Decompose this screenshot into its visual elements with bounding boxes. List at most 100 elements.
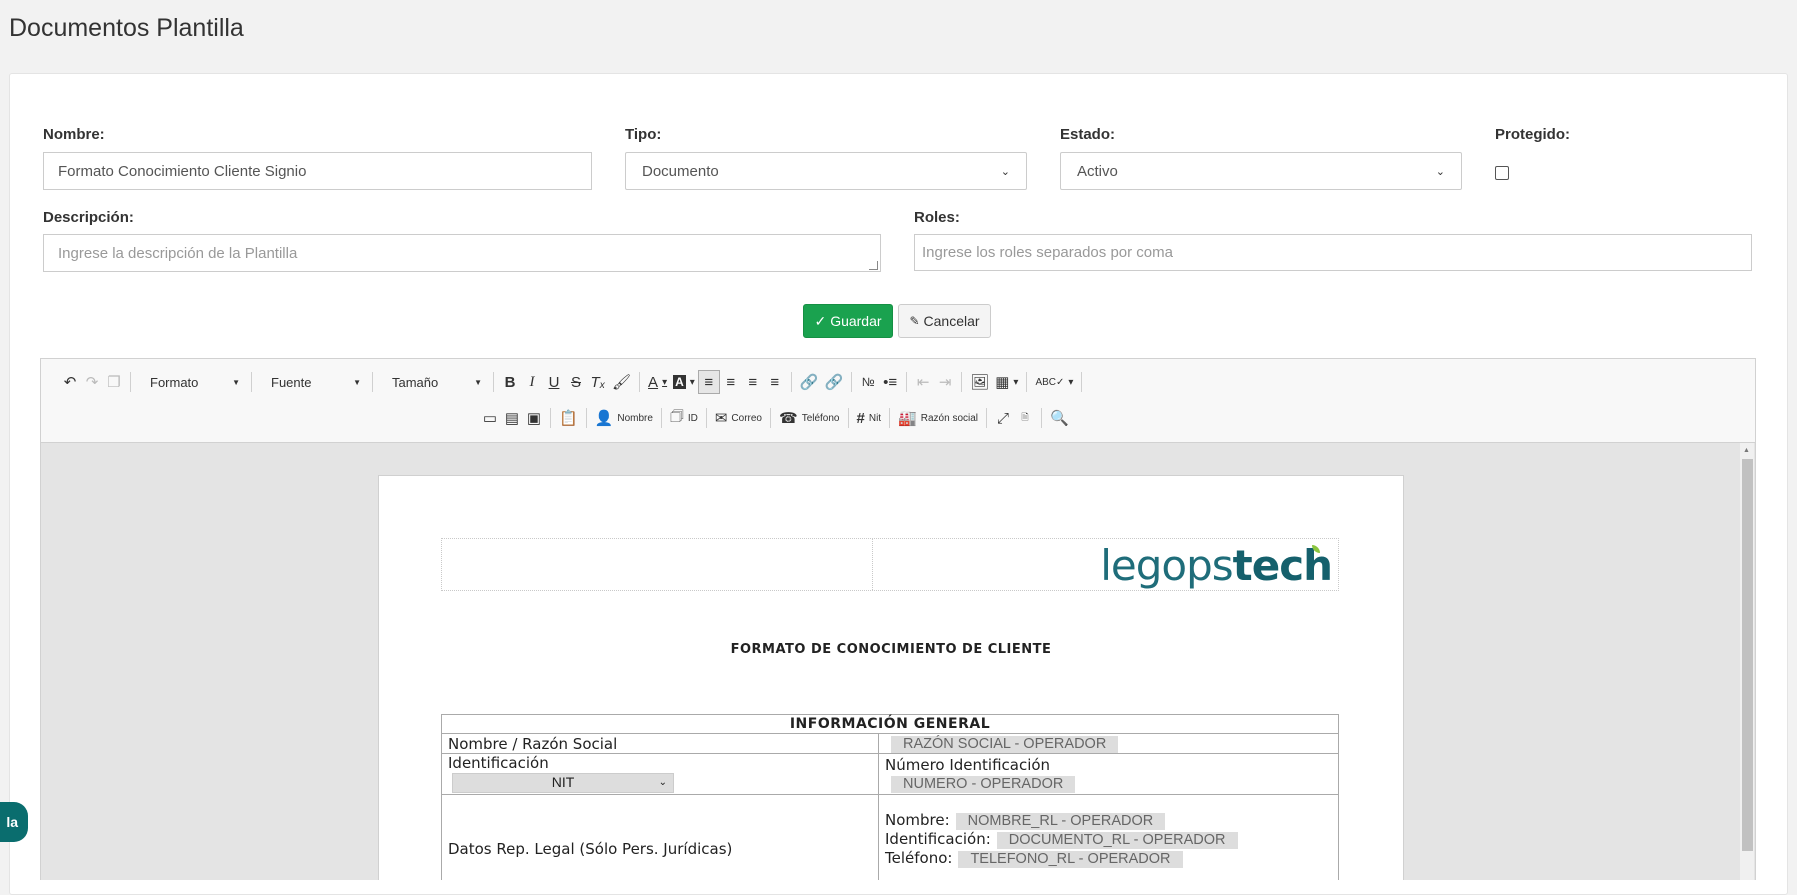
cancel-button[interactable]: ✎ Cancelar xyxy=(898,304,991,338)
rep-legal-cell: Nombre: NOMBRE_RL - OPERADOR Identificaci… xyxy=(878,794,1339,880)
unlink-icon[interactable]: 🔗 xyxy=(821,370,846,394)
descripcion-label: Descripción: xyxy=(43,209,134,226)
font-dropdown[interactable]: Fuente ▼ xyxy=(257,370,367,394)
underline-icon[interactable]: U xyxy=(543,370,565,394)
identificacion-type-value: NIT xyxy=(551,774,575,790)
chevron-down-icon: ⌄ xyxy=(1435,165,1445,178)
scroll-up-icon[interactable]: ▲ xyxy=(1743,447,1750,454)
save-label: Guardar xyxy=(830,313,882,329)
editor-scrollbar[interactable]: ▲ xyxy=(1740,443,1754,880)
background-color-icon[interactable]: A ▾ xyxy=(670,370,698,394)
user-icon: 👤 xyxy=(594,410,614,427)
roles-label: Roles: xyxy=(914,209,960,226)
document-page: legopstech FORMATO DE CONOCIMIENTO DE CL… xyxy=(378,475,1404,880)
insert-razon-social-label: Razón social xyxy=(920,412,979,424)
insert-razon-social-button[interactable]: 🏭 Razón social xyxy=(895,406,981,430)
document-heading: FORMATO DE CONOCIMIENTO DE CLIENTE xyxy=(730,642,1052,657)
rich-text-editor: ↶ ↷ ❐ Formato ▼ Fuente ▼ Tamaño ▼ B I U … xyxy=(40,358,1756,880)
rep-ident-label: Identificación: xyxy=(885,830,991,848)
text-field-icon[interactable]: ▭ xyxy=(479,406,501,430)
editor-content-area[interactable]: legopstech FORMATO DE CONOCIMIENTO DE CL… xyxy=(41,442,1755,880)
insert-telefono-button[interactable]: ☎ Teléfono xyxy=(776,406,843,430)
table-title: INFORMACIÓN GENERAL xyxy=(441,714,1339,734)
tipo-value: Documento xyxy=(642,162,719,180)
rep-legal-label: Datos Rep. Legal (Sólo Pers. Jurídicas) xyxy=(441,794,879,880)
razon-social-label: Nombre / Razón Social xyxy=(441,733,879,754)
document-header-table: legopstech xyxy=(441,538,1339,591)
editor-toolbar-row-2: ▭ ▤ ▣ 📋 👤 Nombre 🗇 ID ✉ Correo ☎ Teléfono # N… xyxy=(479,405,1072,431)
outdent-icon[interactable]: ⇤ xyxy=(912,370,934,394)
table-row: INFORMACIÓN GENERAL xyxy=(441,714,1339,734)
rep-nombre-field[interactable]: NOMBRE_RL - OPERADOR xyxy=(955,813,1166,830)
floating-tab-label: la xyxy=(6,814,18,830)
size-dropdown[interactable]: Tamaño ▼ xyxy=(378,370,488,394)
insert-correo-button[interactable]: ✉ Correo xyxy=(712,406,765,430)
italic-icon[interactable]: I xyxy=(521,370,543,394)
nombre-label: Nombre: xyxy=(43,126,105,143)
razon-social-field[interactable]: RAZÓN SOCIAL - OPERADOR xyxy=(891,736,1119,753)
protegido-checkbox[interactable] xyxy=(1495,166,1509,180)
caret-down-icon: ▼ xyxy=(474,377,482,387)
textarea-icon[interactable]: ▤ xyxy=(501,406,523,430)
link-icon[interactable]: 🔗 xyxy=(797,370,822,394)
identificacion-type-select[interactable]: NIT ⌄ xyxy=(452,773,674,793)
identificacion-label: Identificación xyxy=(448,754,549,772)
insert-nit-button[interactable]: # Nit xyxy=(854,406,885,430)
rep-tel-field[interactable]: TELEFONO_RL - OPERADOR xyxy=(958,851,1183,868)
protegido-label: Protegido: xyxy=(1495,126,1570,143)
image-icon[interactable]: 🖼 xyxy=(967,370,992,394)
strikethrough-icon[interactable]: S xyxy=(565,370,587,394)
paste-from-word-icon[interactable]: ❐ xyxy=(103,370,125,394)
general-info-table: INFORMACIÓN GENERAL Nombre / Razón Socia… xyxy=(441,714,1339,880)
redo-icon[interactable]: ↷ xyxy=(81,370,103,394)
indent-icon[interactable]: ⇥ xyxy=(934,370,956,394)
scrollbar-thumb[interactable] xyxy=(1742,459,1753,851)
text-color-icon[interactable]: A ▾ xyxy=(645,370,670,394)
copy-format-icon[interactable]: 🖌 xyxy=(609,370,634,394)
estado-select[interactable]: Activo ⌄ xyxy=(1060,152,1462,190)
size-label: Tamaño xyxy=(392,374,439,390)
format-dropdown[interactable]: Formato ▼ xyxy=(136,370,246,394)
nombre-input[interactable]: Formato Conocimiento Cliente Signio xyxy=(43,152,592,190)
identificacion-cell: Identificación NIT ⌄ xyxy=(441,753,879,795)
save-button[interactable]: ✓ Guardar xyxy=(803,304,893,338)
numero-identificacion-label: Número Identificación xyxy=(885,755,1051,774)
numero-identificacion-field[interactable]: NUMERO - OPERADOR xyxy=(891,775,1076,793)
insert-nombre-button[interactable]: 👤 Nombre xyxy=(592,406,656,430)
insert-id-button[interactable]: 🗇 ID xyxy=(667,406,701,430)
roles-input[interactable]: Ingrese los roles separados por coma xyxy=(914,234,1752,271)
bold-icon[interactable]: B xyxy=(499,370,521,394)
logo-text-light: legops xyxy=(1100,541,1233,590)
floating-side-tab[interactable]: la xyxy=(0,802,28,842)
remove-format-icon[interactable]: Tₓ xyxy=(587,370,609,394)
align-left-icon[interactable]: ≡ xyxy=(697,370,720,394)
paste-icon[interactable]: 📋 xyxy=(556,406,581,430)
razon-social-cell: RAZÓN SOCIAL - OPERADOR xyxy=(878,733,1339,754)
align-right-icon[interactable]: ≡ xyxy=(742,370,764,394)
nombre-value: Formato Conocimiento Cliente Signio xyxy=(58,162,307,180)
spellcheck-icon[interactable]: ABC✓ ▾ xyxy=(1032,370,1076,394)
caret-down-icon: ▼ xyxy=(353,377,361,387)
table-icon[interactable]: ▦ ▾ xyxy=(992,370,1021,394)
numero-identificacion-cell: Número Identificación NUMERO - OPERADOR xyxy=(878,753,1339,795)
phone-icon: ☎ xyxy=(779,410,798,427)
table-row: Identificación NIT ⌄ Número Identificaci… xyxy=(441,753,1339,795)
align-center-icon[interactable]: ≡ xyxy=(720,370,742,394)
justify-icon[interactable]: ≡ xyxy=(764,370,786,394)
descripcion-textarea[interactable]: Ingrese la descripción de la Plantilla xyxy=(43,234,881,272)
select-field-icon[interactable]: ▣ xyxy=(523,406,545,430)
bulleted-list-icon[interactable]: •≡ xyxy=(879,370,901,394)
undo-icon[interactable]: ↶ xyxy=(59,370,81,394)
preview-icon[interactable]: 🔍 xyxy=(1047,406,1072,430)
maximize-icon[interactable]: ⤢ xyxy=(992,406,1014,430)
factory-icon: 🏭 xyxy=(898,410,917,427)
rep-ident-field[interactable]: DOCUMENTO_RL - OPERADOR xyxy=(996,832,1238,849)
page-title: Documentos Plantilla xyxy=(9,14,244,42)
numbered-list-icon[interactable]: № xyxy=(857,370,879,394)
eraser-icon: ✎ xyxy=(909,314,920,328)
chevron-down-icon: ⌄ xyxy=(1000,165,1010,178)
tipo-select[interactable]: Documento ⌄ xyxy=(625,152,1027,190)
cancel-label: Cancelar xyxy=(923,313,980,329)
export-pdf-icon[interactable]: 🗎 xyxy=(1014,406,1036,430)
resize-handle-icon[interactable] xyxy=(869,261,878,270)
